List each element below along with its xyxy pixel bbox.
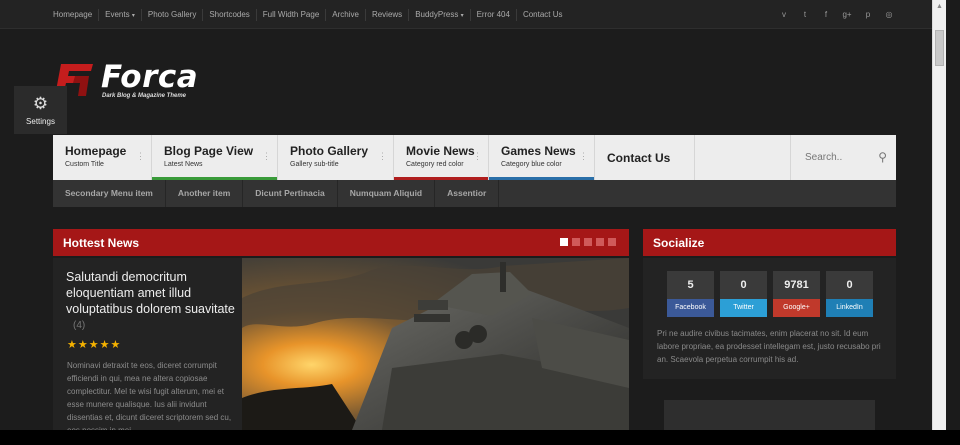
menu-item-games-news[interactable]: Games News Category blue color ⋮ (489, 135, 595, 180)
menu-item-subtitle: Gallery sub-title (290, 161, 339, 168)
logo-subtitle: Dark Blog & Magazine Theme (102, 93, 187, 99)
page: Homepage Events ▾ Photo Gallery Shortcod… (0, 0, 946, 430)
top-navigation: Homepage Events ▾ Photo Gallery Shortcod… (53, 0, 569, 29)
linkedin-counter[interactable]: 0 LinkedIn (826, 271, 873, 317)
counter-network: LinkedIn (826, 299, 873, 317)
bottom-bar (0, 430, 960, 445)
more-vertical-icon: ⋮ (262, 151, 271, 161)
star-rating: ★★★★★ (67, 339, 122, 351)
main-menu: Homepage Custom Title ⋮ Blog Page View L… (53, 135, 896, 180)
featured-image[interactable] (242, 258, 629, 430)
topnav-archive[interactable]: Archive (325, 8, 365, 21)
topnav-shortcodes[interactable]: Shortcodes (202, 8, 255, 21)
submenu-item[interactable]: Assentior (435, 180, 500, 207)
topnav-events-label: Events (105, 9, 130, 19)
slider-dot[interactable] (596, 238, 604, 246)
topnav-events[interactable]: Events ▾ (98, 8, 141, 21)
logo-title: Forca (101, 59, 199, 95)
scrollbar-thumb[interactable] (935, 30, 944, 66)
menu-item-title: Photo Gallery (290, 144, 369, 158)
submenu-item[interactable]: Secondary Menu item (53, 180, 166, 207)
hottest-news-header: Hottest News (53, 229, 629, 256)
widget-box (664, 400, 875, 430)
topnav-photo-gallery[interactable]: Photo Gallery (140, 8, 202, 21)
socialize-panel: 5 Facebook 0 Twitter 9781 Google+ 0 Link… (643, 258, 896, 379)
secondary-menu: Secondary Menu item Another item Dicunt … (53, 180, 896, 207)
chevron-down-icon: ▾ (460, 12, 464, 19)
menu-item-subtitle: Latest News (164, 161, 203, 168)
dribbble-icon[interactable]: ◎ (884, 10, 894, 19)
comment-count: (4) (73, 320, 86, 331)
menu-item-photo-gallery[interactable]: Photo Gallery Gallery sub-title ⋮ (278, 135, 394, 180)
slider-dot[interactable] (608, 238, 616, 246)
menu-item-title: Contact Us (607, 151, 671, 165)
vimeo-icon[interactable]: v (779, 10, 789, 19)
armored-vehicle-photo (242, 258, 629, 430)
article-headline[interactable]: Salutandi democritum eloquentiam amet il… (66, 269, 236, 317)
counter-network: Google+ (773, 299, 820, 317)
facebook-icon[interactable]: f (821, 10, 831, 19)
pinterest-icon[interactable]: p (863, 10, 873, 19)
twitter-icon[interactable]: t (800, 10, 810, 19)
submenu-item[interactable]: Dicunt Pertinacia (243, 180, 338, 207)
topnav-buddypress[interactable]: BuddyPress ▾ (408, 8, 469, 21)
google-plus-icon[interactable]: g+ (842, 10, 852, 19)
gear-icon: ⚙ (32, 94, 49, 113)
chevron-down-icon: ▾ (131, 12, 135, 19)
page-scrollbar[interactable]: ▲ (932, 0, 946, 430)
twitter-counter[interactable]: 0 Twitter (720, 271, 767, 317)
more-vertical-icon: ⋮ (579, 151, 588, 161)
slider-dot[interactable] (584, 238, 592, 246)
counter-value: 0 (720, 271, 767, 299)
menu-item-blog-page-view[interactable]: Blog Page View Latest News ⋮ (152, 135, 278, 180)
social-counters: 5 Facebook 0 Twitter 9781 Google+ 0 Link… (667, 271, 873, 317)
submenu-item[interactable]: Numquam Aliquid (338, 180, 436, 207)
topnav-contact-us[interactable]: Contact Us (515, 8, 569, 21)
more-vertical-icon: ⋮ (136, 151, 145, 161)
social-icons: v t f g+ p ◎ (779, 0, 894, 29)
counter-value: 9781 (773, 271, 820, 299)
counter-network: Twitter (720, 299, 767, 317)
topnav-error-404[interactable]: Error 404 (469, 8, 516, 21)
topnav-full-width-page[interactable]: Full Width Page (255, 8, 325, 21)
menu-item-title: Movie News (406, 144, 475, 158)
more-vertical-icon: ⋮ (378, 151, 387, 161)
menu-item-title: Homepage (65, 144, 127, 158)
menu-item-movie-news[interactable]: Movie News Category red color ⋮ (394, 135, 489, 180)
settings-label: Settings (26, 117, 55, 126)
scroll-up-icon[interactable]: ▲ (936, 3, 943, 10)
top-bar: Homepage Events ▾ Photo Gallery Shortcod… (0, 0, 946, 29)
menu-item-subtitle: Category blue color (501, 161, 562, 168)
search-icon[interactable]: ⚲ (878, 150, 887, 164)
google-plus-counter[interactable]: 9781 Google+ (773, 271, 820, 317)
submenu-item[interactable]: Another item (166, 180, 244, 207)
topnav-reviews[interactable]: Reviews (364, 8, 408, 21)
menu-item-contact-us[interactable]: Contact Us (595, 135, 695, 180)
hottest-news-article: Salutandi democritum eloquentiam amet il… (53, 258, 242, 430)
socialize-header: Socialize (643, 229, 896, 256)
counter-value: 0 (826, 271, 873, 299)
slider-dot[interactable] (560, 238, 568, 246)
socialize-title: Socialize (653, 236, 705, 250)
search-input[interactable]: Search.. (805, 152, 842, 163)
counter-network: Facebook (667, 299, 714, 317)
menu-item-subtitle: Category red color (406, 161, 464, 168)
facebook-counter[interactable]: 5 Facebook (667, 271, 714, 317)
counter-value: 5 (667, 271, 714, 299)
topnav-homepage[interactable]: Homepage (53, 9, 98, 21)
slider-dot[interactable] (572, 238, 580, 246)
menu-item-title: Blog Page View (164, 144, 254, 158)
slider-pager (560, 238, 616, 246)
search-box[interactable]: Search.. ⚲ (790, 135, 896, 180)
settings-panel-toggle[interactable]: ⚙ Settings (14, 86, 67, 134)
hottest-news-title: Hottest News (63, 236, 140, 250)
menu-item-homepage[interactable]: Homepage Custom Title ⋮ (53, 135, 152, 180)
more-vertical-icon: ⋮ (473, 151, 482, 161)
menu-item-subtitle: Custom Title (65, 161, 104, 168)
menu-item-title: Games News (501, 144, 576, 158)
topnav-buddypress-label: BuddyPress (415, 9, 459, 19)
socialize-text: Pri ne audire civibus tacimates, enim pl… (657, 329, 881, 364)
site-logo[interactable]: Forca Dark Blog & Magazine Theme (55, 59, 199, 99)
article-excerpt: Nominavi detraxit te eos, diceret corrum… (67, 361, 232, 430)
